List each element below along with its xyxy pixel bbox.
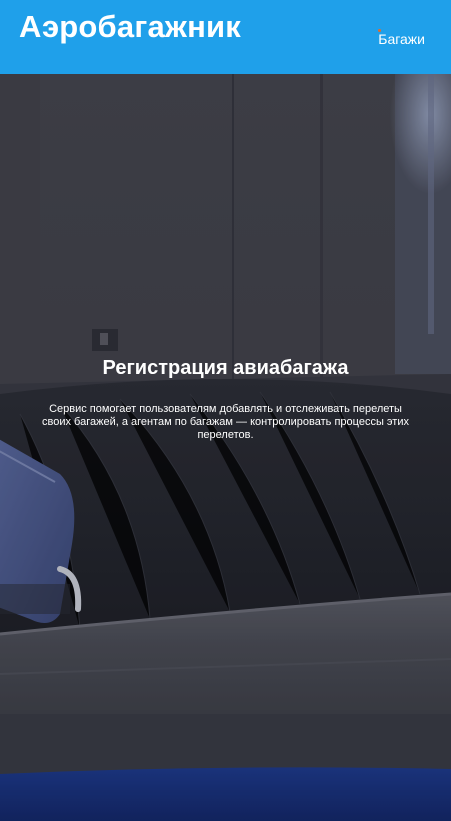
- site-logo[interactable]: Аэробагажник: [19, 9, 241, 45]
- site-header: Аэробагажник Багажи: [0, 0, 451, 74]
- hero-content: Регистрация авиабагажа Сервис помогает п…: [0, 355, 451, 442]
- main-nav: Багажи: [378, 29, 425, 47]
- page: Аэробагажник Багажи Регистрация авиабага…: [0, 0, 451, 821]
- hero-background-image: [0, 74, 451, 821]
- hero-section: Регистрация авиабагажа Сервис помогает п…: [0, 74, 451, 821]
- nav-link-baggage[interactable]: Багажи: [378, 29, 425, 47]
- nav-link-label: Багажи: [378, 31, 425, 47]
- hero-title: Регистрация авиабагажа: [102, 357, 349, 379]
- hero-description: Сервис помогает пользователям добавлять …: [42, 403, 409, 441]
